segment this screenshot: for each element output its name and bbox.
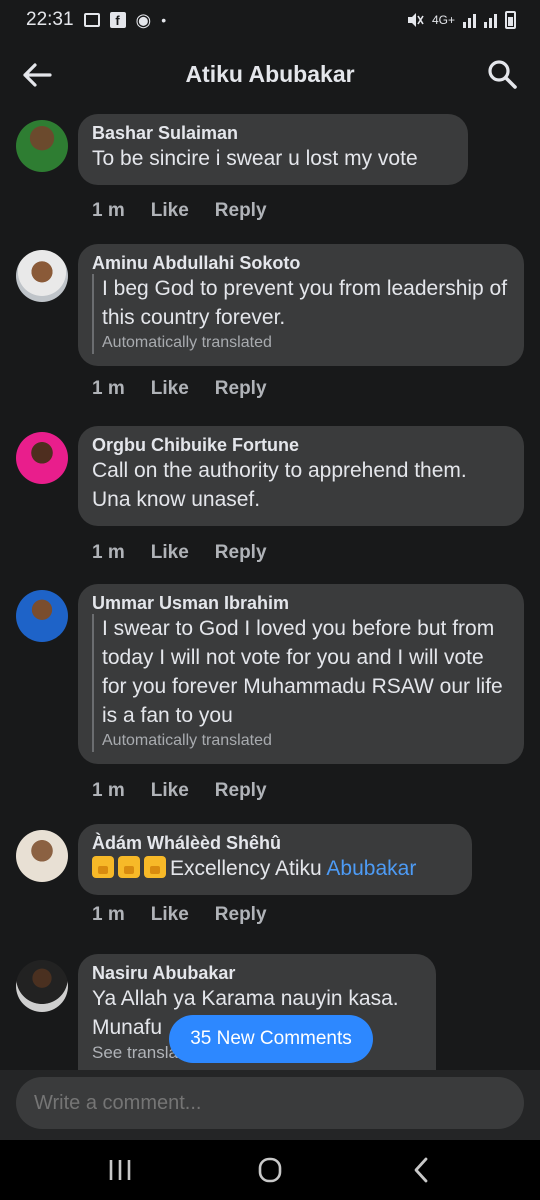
- signal-icon-2: [484, 12, 497, 28]
- top-app-bar: Atiku Abubakar: [0, 40, 540, 108]
- reply-button[interactable]: Reply: [215, 200, 267, 222]
- avatar[interactable]: [16, 120, 68, 172]
- reply-button[interactable]: Reply: [215, 378, 267, 400]
- avatar[interactable]: [16, 590, 68, 642]
- comment-actions: 1 m Like Reply: [92, 200, 267, 222]
- status-bar: 22:31 f ◉ • 4G+: [0, 0, 540, 40]
- comments-feed[interactable]: Bashar Sulaiman To be sincire i swear u …: [0, 108, 540, 1070]
- comment-time[interactable]: 1 m: [92, 378, 125, 400]
- mute-icon: [407, 13, 424, 27]
- comment-author[interactable]: Àdám Whálèèd Shêhû: [92, 832, 458, 854]
- comment-time[interactable]: 1 m: [92, 780, 125, 802]
- comment-input[interactable]: [16, 1077, 524, 1129]
- thumbs-down-emoji-icon: [92, 856, 114, 878]
- like-button[interactable]: Like: [151, 378, 189, 400]
- comment-author[interactable]: Nasiru Abubakar: [92, 962, 422, 984]
- comment-author[interactable]: Aminu Abdullahi Sokoto: [92, 252, 510, 274]
- network-type: 4G+: [431, 13, 455, 27]
- dot-icon: •: [161, 12, 167, 28]
- recent-apps-icon[interactable]: [100, 1154, 140, 1186]
- comment-text: To be sincire i swear u lost my vote: [92, 147, 418, 170]
- reply-button[interactable]: Reply: [215, 542, 267, 564]
- new-comments-button[interactable]: 35 New Comments: [169, 1015, 373, 1063]
- page-title: Atiku Abubakar: [185, 60, 355, 87]
- comment-bubble[interactable]: Aminu Abdullahi Sokoto I beg God to prev…: [78, 244, 524, 366]
- thumbs-down-emoji-icon: [118, 856, 140, 878]
- like-button[interactable]: Like: [151, 904, 189, 926]
- like-button[interactable]: Like: [151, 200, 189, 222]
- comment-text: Excellency Atiku: [170, 857, 327, 880]
- thumbs-down-emoji-icon: [144, 856, 166, 878]
- comment-author[interactable]: Orgbu Chibuike Fortune: [92, 434, 510, 456]
- comment-text-row: Excellency Atiku Abubakar: [92, 854, 458, 883]
- signal-icon: [463, 12, 476, 28]
- messenger-icon: ◉: [135, 9, 152, 30]
- translation-note[interactable]: Automatically translated: [92, 332, 510, 354]
- home-icon[interactable]: [250, 1154, 290, 1186]
- reply-button[interactable]: Reply: [215, 780, 267, 802]
- comment-actions: 1 m Like Reply: [92, 904, 267, 926]
- facebook-icon: f: [109, 12, 126, 28]
- battery-icon: [505, 11, 516, 29]
- comment-actions: 1 m Like Reply: [92, 780, 267, 802]
- gallery-icon: [83, 13, 100, 27]
- comment-time[interactable]: 1 m: [92, 542, 125, 564]
- comment-text: I swear to God I loved you before but fr…: [92, 614, 510, 730]
- status-time: 22:31: [26, 9, 74, 30]
- comment-actions: 1 m Like Reply: [92, 542, 267, 564]
- comment-bubble[interactable]: Bashar Sulaiman To be sincire i swear u …: [78, 114, 468, 185]
- system-nav-bar: [0, 1140, 540, 1200]
- comment-author[interactable]: Bashar Sulaiman: [92, 122, 454, 144]
- comment-text: Call on the authority to apprehend them.…: [92, 459, 467, 511]
- like-button[interactable]: Like: [151, 780, 189, 802]
- comment-time[interactable]: 1 m: [92, 904, 125, 926]
- translation-note[interactable]: Automatically translated: [92, 730, 510, 752]
- back-icon[interactable]: [402, 1154, 442, 1186]
- avatar[interactable]: [16, 250, 68, 302]
- avatar[interactable]: [16, 960, 68, 1012]
- search-icon[interactable]: [486, 58, 518, 90]
- comment-author[interactable]: Ummar Usman Ibrahim: [92, 592, 510, 614]
- comment-bubble[interactable]: Àdám Whálèèd Shêhû Excellency Atiku Abub…: [78, 824, 472, 895]
- like-button[interactable]: Like: [151, 542, 189, 564]
- comment-bubble[interactable]: Orgbu Chibuike Fortune Call on the autho…: [78, 426, 524, 526]
- comment-text: I beg God to prevent you from leadership…: [92, 274, 510, 332]
- avatar[interactable]: [16, 432, 68, 484]
- reply-button[interactable]: Reply: [215, 904, 267, 926]
- avatar[interactable]: [16, 830, 68, 882]
- comment-time[interactable]: 1 m: [92, 200, 125, 222]
- mention-link[interactable]: Abubakar: [326, 857, 416, 880]
- comment-actions: 1 m Like Reply: [92, 378, 267, 400]
- comment-bubble[interactable]: Ummar Usman Ibrahim I swear to God I lov…: [78, 584, 524, 764]
- back-arrow-icon[interactable]: [20, 58, 54, 92]
